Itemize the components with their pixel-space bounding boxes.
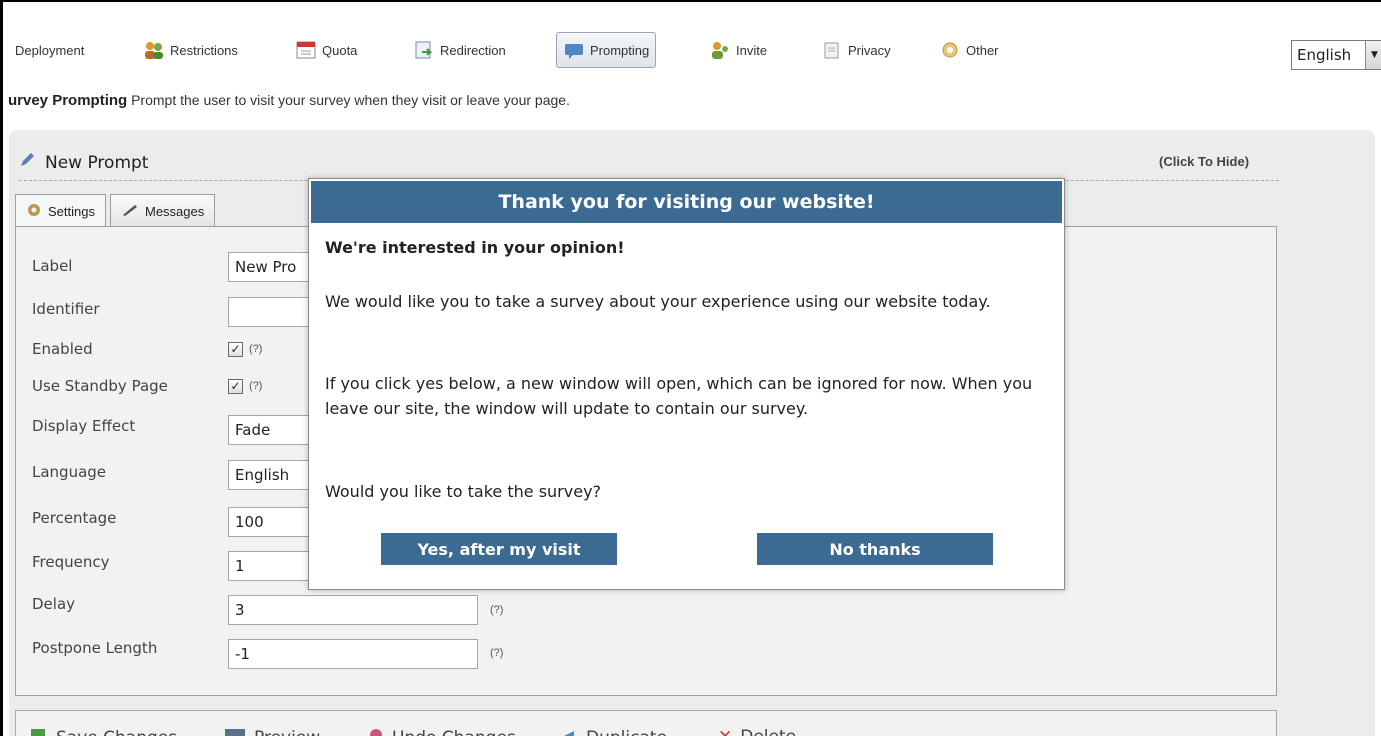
- action-bar: Save Changes Preview Undo Changes Duplic…: [15, 710, 1277, 736]
- delete-button[interactable]: ✕ Delete: [718, 727, 796, 736]
- enabled-checkbox[interactable]: ✓: [228, 342, 243, 357]
- save-icon: [30, 727, 48, 736]
- duplicate-icon: [556, 727, 578, 736]
- page-title: urvey Prompting: [8, 92, 128, 109]
- delay-input[interactable]: 3: [228, 595, 478, 625]
- panel-header: New Prompt: [19, 152, 148, 173]
- toolbar-invite[interactable]: Invite: [703, 32, 773, 68]
- redirect-icon: [413, 40, 435, 60]
- display-effect-field-name: Display Effect: [32, 417, 136, 435]
- tab-label: Messages: [144, 204, 205, 219]
- no-thanks-button[interactable]: No thanks: [757, 533, 993, 565]
- toolbar-label: Redirection: [440, 42, 506, 58]
- modal-title: Thank you for visiting our website!: [311, 181, 1062, 223]
- undo-changes-button[interactable]: Undo Changes: [368, 727, 516, 736]
- delay-field-name: Delay: [32, 595, 76, 613]
- preview-label: Preview: [254, 728, 320, 736]
- top-toolbar: Deployment Restrictions Quota Redirectio…: [3, 2, 1381, 97]
- chevron-down-icon[interactable]: ▼: [1365, 41, 1381, 69]
- preview-button[interactable]: Preview: [224, 727, 320, 736]
- yes-after-visit-button[interactable]: Yes, after my visit: [381, 533, 617, 565]
- toolbar-label: Prompting: [590, 42, 650, 58]
- pencil-icon: [19, 152, 35, 173]
- tab-messages[interactable]: Messages: [109, 194, 216, 228]
- standby-field-name: Use Standby Page: [32, 377, 168, 395]
- tab-label: Settings: [48, 204, 95, 219]
- help-link[interactable]: (?): [490, 647, 503, 659]
- identifier-field-name: Identifier: [32, 300, 100, 318]
- tab-bar: Settings Messages: [15, 194, 216, 228]
- toolbar-restrictions[interactable]: Restrictions: [137, 32, 244, 68]
- toolbar-other[interactable]: Other: [933, 32, 1005, 68]
- survey-prompt-modal: Thank you for visiting our website! We'r…: [308, 178, 1065, 590]
- preview-icon: [224, 727, 246, 736]
- app-frame: Deployment Restrictions Quota Redirectio…: [0, 0, 1381, 736]
- toolbar-label: Restrictions: [170, 42, 238, 58]
- toolbar-quota[interactable]: Quota: [289, 32, 363, 68]
- percentage-field-name: Percentage: [32, 509, 117, 527]
- invite-icon: [709, 40, 731, 60]
- toolbar-label: Privacy: [848, 42, 891, 58]
- calendar-icon: [295, 40, 317, 60]
- standby-checkbox[interactable]: ✓: [228, 379, 243, 394]
- language-value: English: [1297, 46, 1352, 64]
- tab-settings[interactable]: Settings: [15, 194, 106, 228]
- users-icon: [143, 40, 165, 60]
- modal-paragraph-2: If you click yes below, a new window wil…: [325, 374, 1033, 418]
- duplicate-label: Duplicate: [586, 728, 667, 736]
- toolbar-label: Invite: [736, 42, 768, 58]
- delete-icon: ✕: [718, 727, 732, 736]
- save-changes-button[interactable]: Save Changes: [30, 727, 177, 736]
- gear-icon: [26, 202, 42, 221]
- toolbar-redirection[interactable]: Redirection: [407, 32, 512, 68]
- click-to-hide-link[interactable]: (Click To Hide): [1159, 154, 1249, 169]
- label-field-name: Label: [32, 257, 73, 275]
- duplicate-button[interactable]: Duplicate: [556, 727, 667, 736]
- privacy-icon: [821, 40, 843, 60]
- page-subtitle: urvey Prompting Prompt the user to visit…: [8, 92, 570, 109]
- language-field-name: Language: [32, 463, 107, 481]
- language-select[interactable]: English ▼: [1291, 40, 1381, 70]
- modal-question: Would you like to take the survey?: [325, 482, 602, 501]
- prompt-icon: [563, 40, 585, 60]
- pen-icon: [121, 203, 139, 220]
- toolbar-label: Other: [966, 42, 999, 58]
- help-link[interactable]: (?): [249, 380, 262, 392]
- postpone-field-name: Postpone Length: [32, 639, 158, 657]
- undo-icon: [368, 727, 384, 736]
- postpone-input[interactable]: -1: [228, 639, 478, 669]
- help-link[interactable]: (?): [490, 604, 503, 616]
- modal-heading: We're interested in your opinion!: [325, 238, 625, 257]
- delete-label: Delete: [740, 727, 796, 736]
- page-description: Prompt the user to visit your survey whe…: [131, 92, 570, 108]
- toolbar-label: Deployment: [15, 42, 85, 58]
- undo-label: Undo Changes: [392, 728, 516, 736]
- toolbar-deployment[interactable]: Deployment: [9, 32, 90, 68]
- toolbar-privacy[interactable]: Privacy: [815, 32, 897, 68]
- other-icon: [939, 40, 961, 60]
- panel-title: New Prompt: [45, 152, 149, 173]
- enabled-field-name: Enabled: [32, 340, 93, 358]
- save-label: Save Changes: [56, 728, 177, 736]
- toolbar-label: Quota: [322, 42, 358, 58]
- toolbar-prompting[interactable]: Prompting: [556, 32, 657, 68]
- help-link[interactable]: (?): [249, 343, 262, 355]
- frequency-field-name: Frequency: [32, 553, 110, 571]
- modal-paragraph-1: We would like you to take a survey about…: [325, 292, 991, 311]
